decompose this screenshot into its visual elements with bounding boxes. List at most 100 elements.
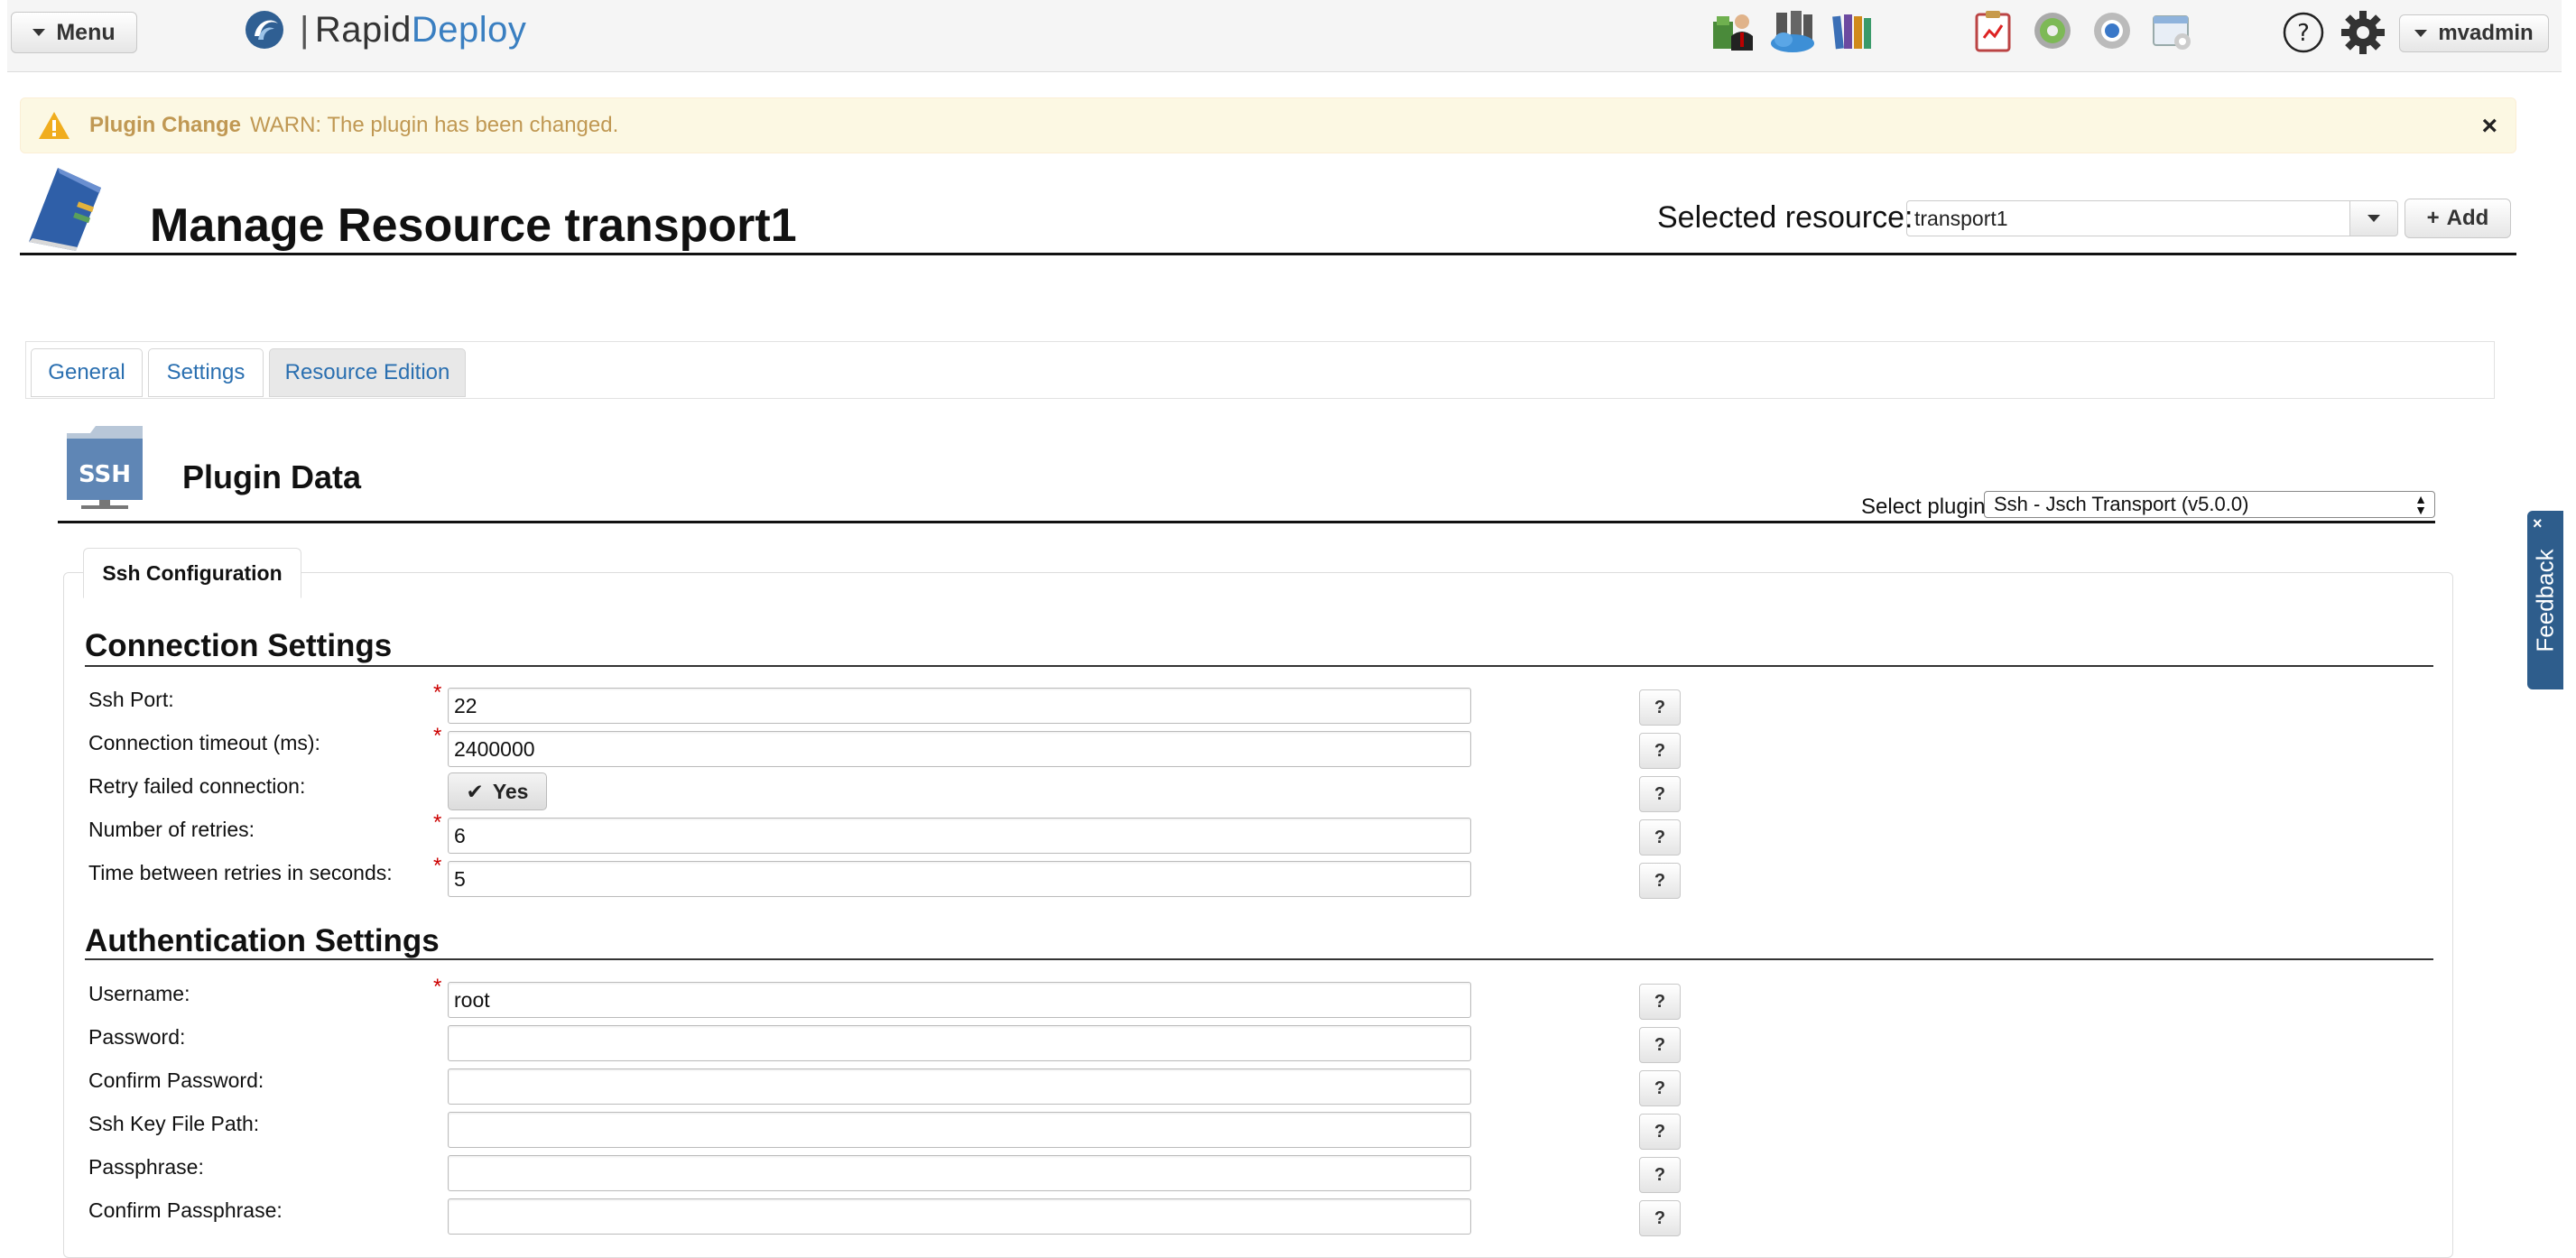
- form-row-connection-timeout: Connection timeout (ms): * 2400000 ?: [0, 724, 2576, 771]
- feedback-label: Feedback: [2531, 548, 2559, 652]
- feedback-tab[interactable]: Feedback: [2527, 511, 2563, 689]
- resource-book-icon: [29, 168, 101, 251]
- select-plugin-value: Ssh - Jsch Transport (v5.0.0): [1994, 493, 2249, 515]
- selected-resource-input[interactable]: transport1: [1906, 200, 2350, 236]
- help-circle-icon[interactable]: ?: [2282, 11, 2325, 54]
- settings-gear-icon[interactable]: [2340, 9, 2386, 56]
- warning-icon: [39, 112, 69, 139]
- ssh-key-file-path-label: Ssh Key File Path:: [88, 1112, 260, 1135]
- caret-down-icon: [32, 29, 46, 36]
- confirm-password-input[interactable]: [448, 1068, 1471, 1105]
- calendar-gear-icon[interactable]: [2148, 7, 2195, 54]
- confirm-passphrase-help-button[interactable]: ?: [1639, 1200, 1681, 1236]
- form-row-ssh-key-file-path: Ssh Key File Path: ?: [0, 1112, 2576, 1152]
- nav-icon-group-2: [1969, 7, 2195, 54]
- confirm-passphrase-label: Confirm Passphrase:: [88, 1198, 283, 1222]
- library-books-icon[interactable]: [1829, 7, 1876, 54]
- selected-resource-dropdown-button[interactable]: [2349, 200, 2398, 236]
- form-row-confirm-passphrase: Confirm Passphrase: ?: [0, 1198, 2576, 1238]
- form-row-confirm-password: Confirm Password: ?: [0, 1068, 2576, 1108]
- alert-close-icon[interactable]: ×: [2481, 111, 2497, 142]
- form-row-number-of-retries: Number of retries: * 6 ?: [0, 810, 2576, 857]
- confirm-passphrase-input[interactable]: [448, 1198, 1471, 1235]
- retry-failed-label: Retry failed connection:: [88, 774, 306, 798]
- cloud-servers-icon[interactable]: [1769, 7, 1816, 54]
- tab-settings[interactable]: Settings: [148, 348, 264, 397]
- caret-down-icon: [2414, 30, 2428, 37]
- required-marker: *: [433, 810, 442, 835]
- connection-settings-divider: [85, 665, 2433, 667]
- authentication-settings-title: Authentication Settings: [85, 923, 440, 958]
- connection-timeout-input[interactable]: 2400000: [448, 731, 1471, 767]
- plus-icon: +: [2426, 206, 2440, 230]
- brand-separator: |: [300, 9, 310, 50]
- passphrase-label: Passphrase:: [88, 1155, 204, 1179]
- selected-resource-label: Selected resource:: [1657, 200, 1913, 235]
- tab-ssh-configuration[interactable]: Ssh Configuration: [83, 548, 301, 598]
- add-label: Add: [2446, 206, 2489, 230]
- connection-settings-title: Connection Settings: [85, 628, 393, 663]
- header-divider: [20, 253, 2516, 255]
- username-help-button[interactable]: ?: [1639, 984, 1681, 1020]
- brand-name: | RapidDeploy: [294, 10, 526, 51]
- password-label: Password:: [88, 1025, 186, 1049]
- ssh-port-label: Ssh Port:: [88, 688, 174, 711]
- number-of-retries-label: Number of retries:: [88, 818, 255, 841]
- number-of-retries-help-button[interactable]: ?: [1639, 819, 1681, 856]
- form-row-retry-failed: Retry failed connection: ✔ Yes ?: [0, 772, 2576, 814]
- tab-general[interactable]: General: [31, 348, 143, 397]
- connection-timeout-help-button[interactable]: ?: [1639, 733, 1681, 769]
- username-input[interactable]: root: [448, 982, 1471, 1018]
- svg-text:?: ?: [2297, 20, 2310, 47]
- green-gear-icon[interactable]: [2029, 7, 2076, 54]
- clipboard-plan-icon[interactable]: [1969, 7, 2016, 54]
- ssh-key-file-path-input[interactable]: [448, 1112, 1471, 1148]
- confirm-password-help-button[interactable]: ?: [1639, 1070, 1681, 1106]
- feedback-close-icon[interactable]: ×: [2533, 514, 2543, 533]
- time-between-retries-help-button[interactable]: ?: [1639, 863, 1681, 899]
- checkmark-icon: ✔: [466, 779, 484, 803]
- required-marker: *: [433, 680, 442, 705]
- ssh-port-help-button[interactable]: ?: [1639, 689, 1681, 726]
- plugin-data-title: Plugin Data: [182, 458, 362, 495]
- form-row-time-between-retries: Time between retries in seconds: * 5 ?: [0, 854, 2576, 901]
- up-down-arrows-icon: ▲ ▼: [2414, 492, 2427, 517]
- rapiddeploy-logo-icon: [246, 11, 283, 49]
- ssh-port-input[interactable]: 22: [448, 688, 1471, 724]
- passphrase-input[interactable]: [448, 1155, 1471, 1191]
- time-between-retries-label: Time between retries in seconds:: [88, 861, 393, 884]
- form-row-username: Username: * root ?: [0, 975, 2576, 1022]
- users-icon[interactable]: [1710, 7, 1756, 54]
- top-navbar: Menu | RapidDeploy ? mvadmin: [7, 0, 2562, 72]
- required-marker: *: [433, 975, 442, 999]
- blue-gear-icon[interactable]: [2089, 7, 2136, 54]
- connection-timeout-label: Connection timeout (ms):: [88, 731, 320, 754]
- user-menu-button[interactable]: mvadmin: [2399, 14, 2549, 52]
- number-of-retries-input[interactable]: 6: [448, 818, 1471, 854]
- brand-part-1: Rapid: [314, 9, 412, 50]
- passphrase-help-button[interactable]: ?: [1639, 1157, 1681, 1193]
- required-marker: *: [433, 724, 442, 748]
- caret-down-icon: [2368, 215, 2380, 222]
- ssh-key-file-path-help-button[interactable]: ?: [1639, 1114, 1681, 1150]
- username-label: Username:: [88, 982, 190, 1005]
- nav-icon-group-1: [1710, 7, 1876, 54]
- ssh-icon-text: SSH: [79, 461, 131, 488]
- user-label: mvadmin: [2438, 21, 2534, 45]
- form-row-passphrase: Passphrase: ?: [0, 1155, 2576, 1195]
- brand-logo[interactable]: | RapidDeploy: [244, 7, 526, 52]
- alert-title: Plugin Change: [89, 113, 241, 137]
- password-help-button[interactable]: ?: [1639, 1027, 1681, 1063]
- form-row-ssh-port: Ssh Port: * 22 ?: [0, 680, 2576, 727]
- time-between-retries-input[interactable]: 5: [448, 861, 1471, 897]
- alert-message: WARN: The plugin has been changed.: [250, 113, 619, 137]
- confirm-password-label: Confirm Password:: [88, 1068, 264, 1092]
- password-input[interactable]: [448, 1025, 1471, 1061]
- tab-resource-edition[interactable]: Resource Edition: [269, 348, 466, 397]
- ssh-folder-icon: SSH: [67, 426, 143, 509]
- select-plugin-dropdown[interactable]: Ssh - Jsch Transport (v5.0.0) ▲ ▼: [1984, 491, 2435, 518]
- menu-button[interactable]: Menu: [11, 12, 137, 53]
- add-resource-button[interactable]: + Add: [2405, 199, 2511, 238]
- retry-failed-help-button[interactable]: ?: [1639, 776, 1681, 812]
- retry-failed-toggle[interactable]: ✔ Yes: [448, 772, 547, 810]
